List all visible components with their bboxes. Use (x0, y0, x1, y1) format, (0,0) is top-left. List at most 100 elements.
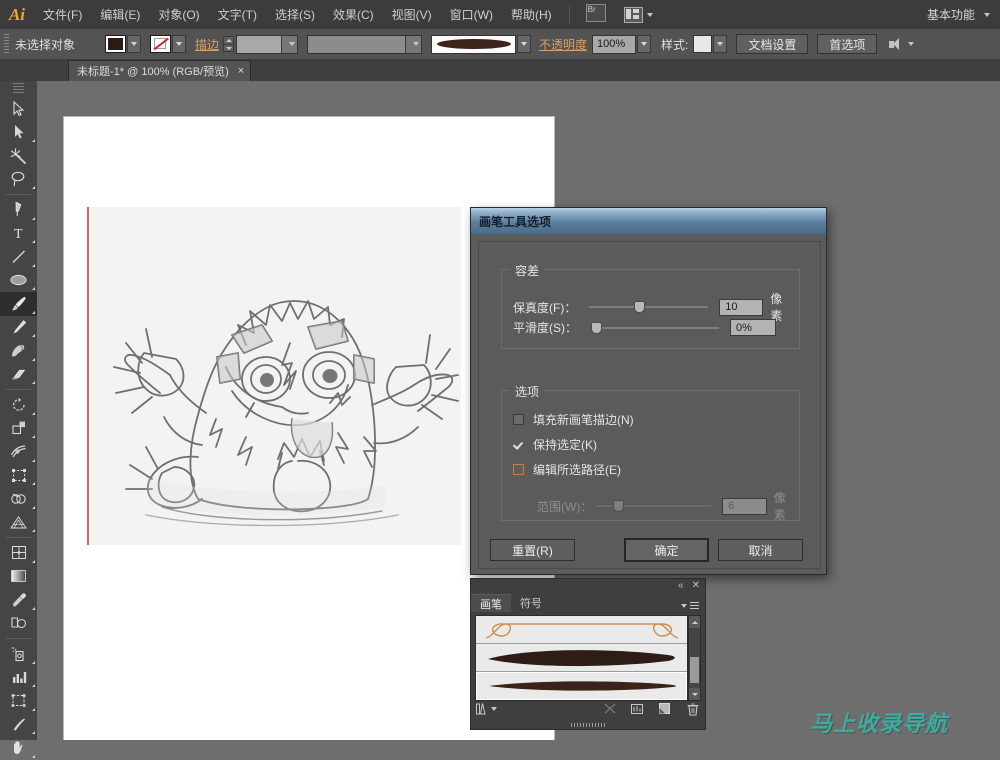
pencil-tool[interactable] (0, 316, 37, 340)
rotate-tool[interactable] (0, 393, 37, 417)
fidelity-slider-thumb[interactable] (633, 301, 645, 313)
arrange-documents-button[interactable] (623, 6, 653, 23)
dialog-title-bar[interactable]: 画笔工具选项 (471, 208, 826, 234)
artboard-tool[interactable] (0, 689, 37, 713)
eraser-tool[interactable] (0, 363, 37, 387)
scrollbar-thumb[interactable] (689, 656, 700, 684)
style-dropdown[interactable] (713, 35, 728, 53)
column-graph-tool[interactable] (0, 666, 37, 690)
stroke-profile-combo[interactable] (307, 34, 423, 54)
edit-selected-paths-row[interactable]: 编辑所选路径(E) (513, 461, 621, 478)
close-icon[interactable]: ✕ (692, 581, 700, 591)
gradient-tool[interactable] (0, 565, 37, 589)
smoothness-input[interactable]: 0% (730, 319, 776, 336)
panel-title-bar[interactable]: « ✕ (471, 579, 705, 593)
ellipse-tool[interactable] (0, 269, 37, 293)
selection-tool[interactable] (0, 97, 37, 121)
panel-menu-button[interactable] (677, 602, 699, 609)
blob-brush-tool[interactable] (0, 339, 37, 363)
chevron-down-icon[interactable] (491, 706, 498, 711)
menu-effect[interactable]: 效果(C) (324, 3, 383, 26)
menu-type[interactable]: 文字(T) (209, 3, 266, 26)
opacity-label[interactable]: 不透明度 (539, 36, 587, 53)
scale-tool[interactable] (0, 417, 37, 441)
fill-control[interactable] (105, 35, 141, 53)
stroke-label[interactable]: 描边 (195, 36, 219, 53)
type-tool[interactable]: T (0, 222, 37, 246)
control-bar-grip[interactable] (4, 34, 9, 54)
stroke-dropdown-button[interactable] (172, 35, 186, 53)
preferences-button[interactable]: 首选项 (817, 34, 878, 54)
width-tool[interactable] (0, 440, 37, 464)
menu-help[interactable]: 帮助(H) (502, 3, 561, 26)
brush-thumb-calligraphic-loop[interactable] (476, 616, 687, 644)
fidelity-input[interactable]: 10 (719, 298, 764, 316)
edit-selected-paths-checkbox[interactable] (513, 464, 524, 475)
scroll-up-button[interactable] (689, 616, 700, 628)
bridge-button[interactable] (585, 4, 606, 25)
fill-dropdown-button[interactable] (127, 35, 141, 53)
brush-definition-preview[interactable] (431, 34, 517, 54)
workspace-switcher[interactable]: 基本功能 (927, 6, 1000, 23)
brushes-panel[interactable]: « ✕ 画笔 符号 (470, 578, 706, 730)
menu-object[interactable]: 对象(O) (149, 3, 208, 26)
shape-builder-tool[interactable] (0, 487, 37, 511)
reset-button[interactable]: 重置(R) (490, 539, 575, 561)
close-icon[interactable]: × (238, 65, 244, 77)
options-of-selected-object-icon[interactable] (629, 701, 644, 716)
fidelity-slider[interactable] (588, 301, 709, 313)
fill-new-brush-strokes-checkbox[interactable] (513, 414, 524, 425)
free-transform-tool[interactable] (0, 464, 37, 488)
delete-brush-icon[interactable] (686, 701, 701, 716)
magic-wand-tool[interactable] (0, 144, 37, 168)
menu-view[interactable]: 视图(V) (383, 3, 441, 26)
brush-list-scrollbar[interactable] (688, 615, 701, 701)
opacity-dropdown[interactable] (637, 35, 652, 53)
tab-brushes[interactable]: 画笔 (471, 594, 511, 612)
chevron-down-icon[interactable] (405, 35, 422, 53)
stroke-weight-stepper[interactable] (223, 36, 235, 52)
menu-select[interactable]: 选择(S) (266, 3, 324, 26)
sound-button[interactable] (877, 37, 915, 51)
stroke-color-control[interactable] (150, 35, 186, 53)
eyedropper-tool[interactable] (0, 588, 37, 612)
brush-definition-control[interactable] (431, 34, 532, 54)
brush-thumb-thick-tapered[interactable] (476, 644, 687, 672)
brush-thumb-thin-tapered[interactable] (476, 672, 687, 700)
menu-edit[interactable]: 编辑(E) (91, 3, 149, 26)
opacity-control[interactable]: 100% (592, 34, 652, 54)
menu-file[interactable]: 文件(F) (34, 3, 91, 26)
new-brush-icon[interactable] (657, 701, 672, 716)
cancel-button[interactable]: 取消 (718, 539, 803, 561)
brush-definition-dropdown[interactable] (517, 35, 532, 53)
chevron-down-icon[interactable] (281, 35, 298, 53)
blend-tool[interactable] (0, 612, 37, 636)
brush-libraries-icon[interactable] (475, 701, 490, 716)
tab-symbols[interactable]: 符号 (511, 594, 551, 612)
symbol-sprayer-tool[interactable] (0, 642, 37, 666)
perspective-grid-tool[interactable] (0, 511, 37, 535)
document-setup-button[interactable]: 文档设置 (736, 34, 809, 54)
style-swatch[interactable] (693, 35, 713, 53)
pen-tool[interactable] (0, 198, 37, 222)
smoothness-slider-thumb[interactable] (591, 321, 602, 334)
collapse-icon[interactable]: « (678, 581, 684, 591)
sketch-image[interactable] (86, 207, 461, 545)
smoothness-slider[interactable] (591, 321, 719, 334)
tools-panel-grip[interactable] (13, 83, 24, 94)
panel-resize-grip[interactable] (471, 721, 705, 728)
lasso-tool[interactable] (0, 168, 37, 192)
fill-swatch[interactable] (105, 35, 126, 53)
stroke-weight-combo[interactable] (236, 34, 299, 54)
brush-list[interactable] (475, 615, 688, 701)
menu-window[interactable]: 窗口(W) (441, 3, 502, 26)
direct-selection-tool[interactable] (0, 121, 37, 145)
line-segment-tool[interactable] (0, 245, 37, 269)
keep-selected-row[interactable]: 保持选定(K) (513, 436, 597, 453)
ok-button[interactable]: 确定 (624, 538, 709, 562)
paintbrush-tool-options-dialog[interactable]: 画笔工具选项 容差 保真度(F)： 10 像素 平滑度(S)： 0% 选项 填充… (470, 207, 827, 575)
keep-selected-checkbox[interactable] (513, 439, 524, 450)
document-tab[interactable]: 未标题-1* @ 100% (RGB/预览) × (68, 60, 252, 81)
style-control[interactable] (693, 35, 728, 53)
stroke-none-swatch[interactable] (150, 35, 171, 53)
